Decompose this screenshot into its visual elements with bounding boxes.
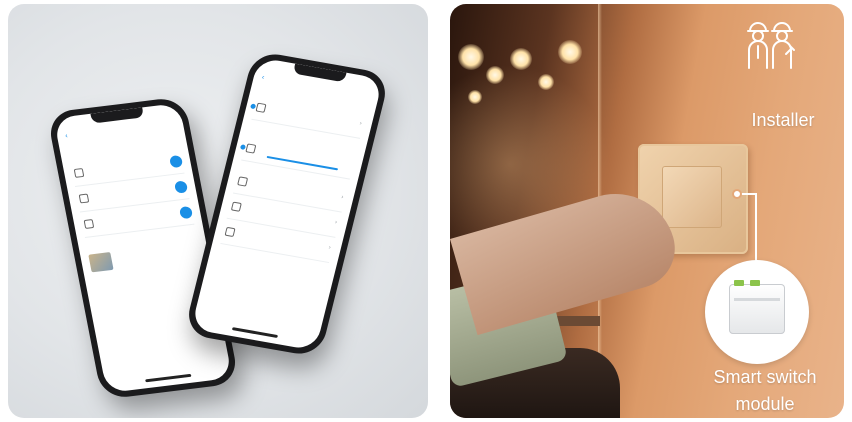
switch-icon (245, 143, 257, 154)
progress-bar (266, 155, 339, 171)
link-icon (237, 176, 249, 187)
module-slot (734, 298, 780, 301)
chevron-left-icon: ‹ (64, 132, 69, 140)
module-label-line-1: Smart switch (713, 367, 817, 387)
bulb-icon (83, 219, 95, 229)
bokeh-light (558, 40, 582, 64)
smartphone-back: ‹ › › › › (183, 50, 391, 358)
phone-notch (292, 63, 347, 83)
terminal-icon (734, 280, 744, 286)
list-item: › (250, 95, 366, 139)
chevron-right-icon: › (327, 244, 332, 252)
installer-photo-panel: Installer Smart switch module (450, 4, 844, 418)
bokeh-light (458, 44, 484, 70)
app-showcase-panel: ‹ ‹ › › › › (8, 4, 428, 418)
home-indicator (231, 327, 279, 339)
wrench-icon (230, 201, 242, 212)
module-label-line-2: module (735, 394, 795, 414)
home-indicator (145, 373, 192, 383)
screen-title-placeholder (57, 121, 182, 136)
bokeh-light (468, 90, 482, 104)
toggle-icon (168, 154, 184, 169)
toggle-icon (173, 180, 189, 194)
installer-label: Installer (751, 110, 815, 130)
chevron-right-icon: › (340, 194, 344, 201)
phone-notch (90, 107, 145, 124)
phone-screen: ‹ › › › › (190, 57, 384, 351)
callout-dot (732, 189, 742, 199)
terminal-icon (750, 280, 760, 286)
lamp-icon (78, 193, 90, 204)
bokeh-light (486, 66, 504, 84)
callout-line (755, 193, 757, 263)
chevron-left-icon: ‹ (261, 74, 266, 82)
chevron-right-icon: › (358, 120, 363, 127)
chevron-right-icon: › (334, 219, 338, 226)
light-icon (73, 167, 85, 178)
scene-thumbnail (88, 252, 114, 273)
wall-switch-rocker (662, 166, 722, 228)
smart-switch-module-icon (729, 284, 785, 334)
smart-switch-module-label: Smart switch module (694, 364, 836, 418)
home-icon (255, 102, 267, 113)
bokeh-light (510, 48, 532, 70)
toggle-icon (178, 205, 194, 220)
settings-icon (224, 226, 236, 238)
bokeh-light (538, 74, 554, 90)
installer-workers-icon (747, 22, 795, 69)
